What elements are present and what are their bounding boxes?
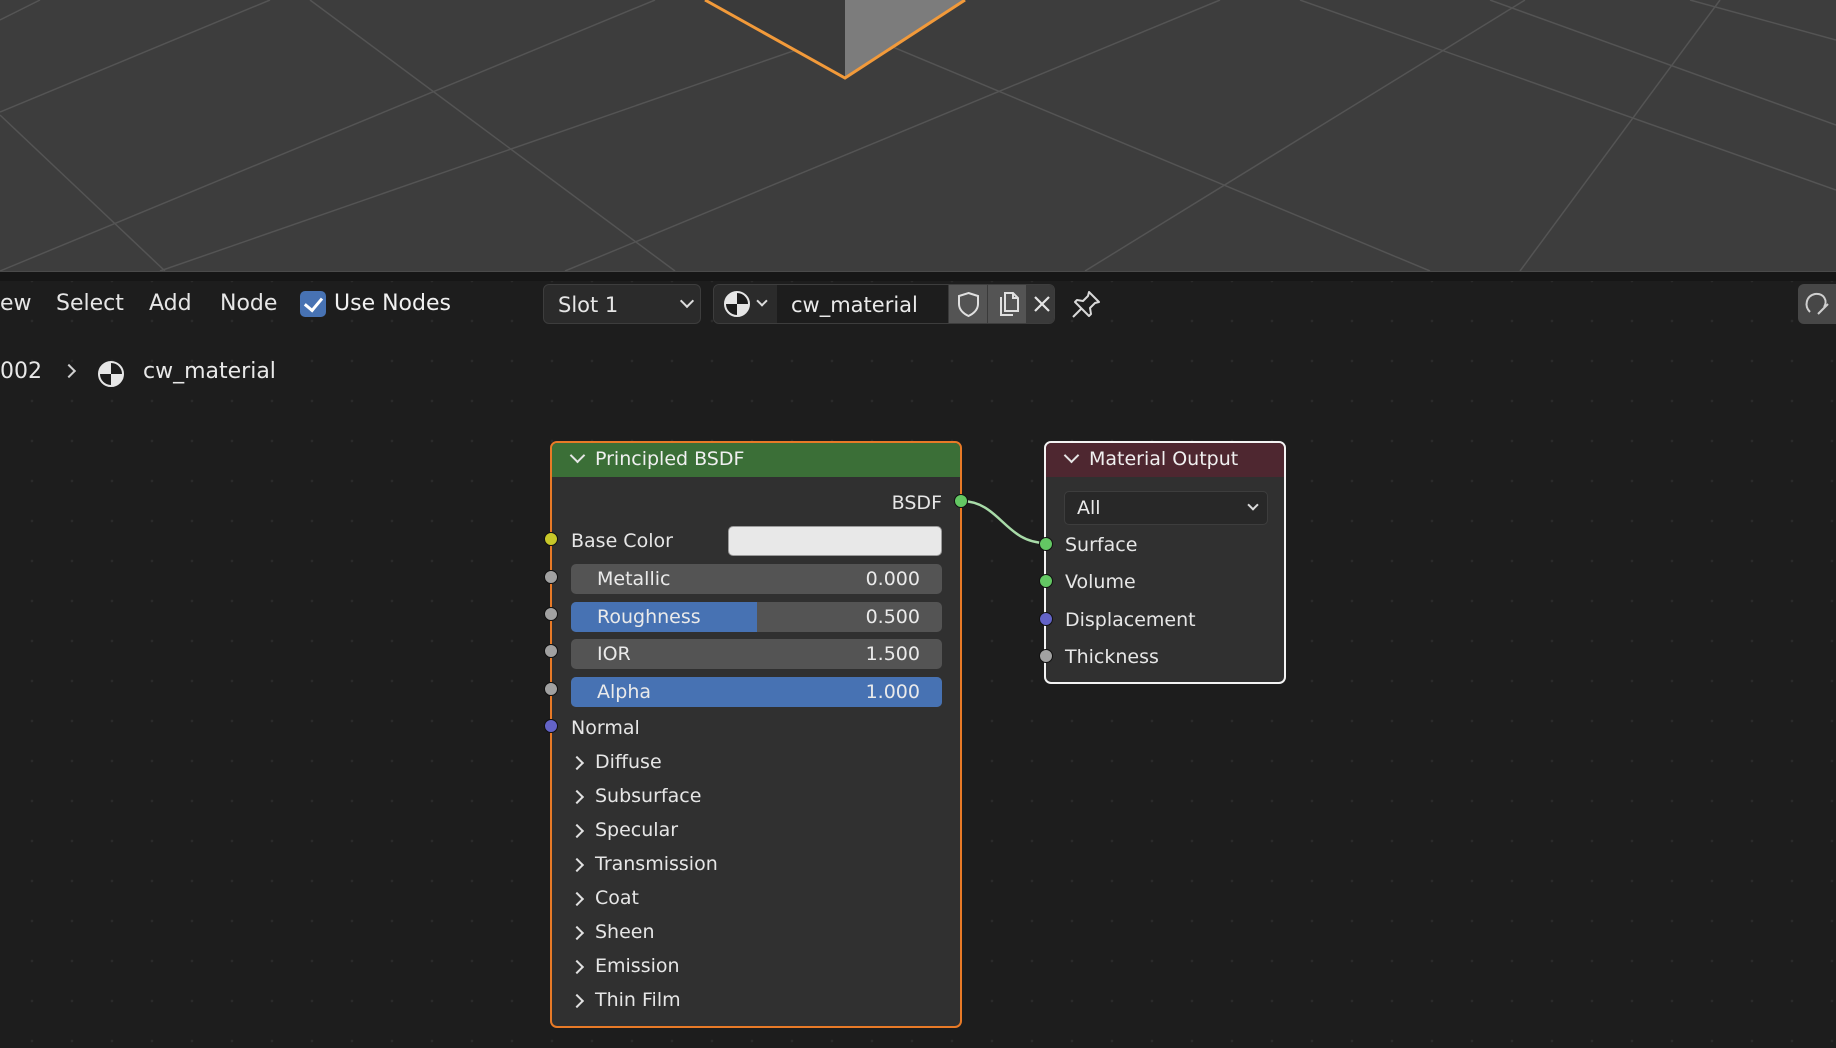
chevron-right-icon	[569, 891, 585, 907]
field-label: IOR	[597, 643, 631, 665]
metallic-socket[interactable]	[544, 570, 558, 584]
material-name-field[interactable]: cw_material	[777, 285, 948, 323]
displacement-input-label: Displacement	[1065, 609, 1196, 631]
thickness-input-label: Thickness	[1065, 646, 1159, 668]
sidebar-toggle-button[interactable]	[1798, 284, 1836, 324]
chevron-down-icon[interactable]	[1063, 447, 1080, 464]
slot-label: Slot 1	[558, 293, 619, 317]
fake-user-button[interactable]	[948, 285, 987, 323]
material-sphere-icon	[98, 361, 124, 387]
thickness-socket[interactable]	[1039, 649, 1053, 663]
field-value: 1.000	[865, 681, 920, 703]
panel-label: Subsurface	[595, 785, 702, 807]
chevron-right-icon	[569, 755, 585, 771]
hook-icon	[1805, 292, 1829, 315]
chevron-right-icon	[569, 925, 585, 941]
normal-socket[interactable]	[544, 719, 558, 733]
base-color-swatch[interactable]	[728, 526, 942, 556]
volume-input-label: Volume	[1065, 571, 1136, 593]
menu-add[interactable]: Add	[149, 291, 192, 316]
chevron-down-icon[interactable]	[569, 447, 586, 464]
close-icon	[1034, 296, 1050, 312]
browse-material-button[interactable]	[714, 285, 777, 323]
material-selector: cw_material	[713, 284, 1055, 324]
ior-field[interactable]: IOR 1.500	[571, 639, 942, 669]
node-title: Material Output	[1089, 448, 1239, 470]
target-label: All	[1077, 497, 1101, 519]
material-name: cw_material	[791, 293, 918, 317]
field-label: Roughness	[597, 606, 701, 628]
chevron-right-icon	[569, 993, 585, 1009]
shield-icon	[958, 291, 979, 318]
panel-label: Coat	[595, 887, 639, 909]
use-nodes-label[interactable]: Use Nodes	[334, 291, 451, 316]
chevron-down-icon	[1247, 499, 1259, 511]
field-label: Metallic	[597, 568, 671, 590]
displacement-socket[interactable]	[1039, 612, 1053, 626]
normal-label: Normal	[571, 717, 640, 739]
roughness-socket[interactable]	[544, 607, 558, 621]
chevron-right-icon	[569, 823, 585, 839]
use-nodes-checkbox[interactable]	[300, 291, 326, 317]
bsdf-output-label: BSDF	[891, 492, 942, 514]
surface-socket[interactable]	[1039, 537, 1053, 551]
material-output-node[interactable]: Material Output All Surface Volume Displ…	[1044, 441, 1286, 684]
chevron-down-icon	[756, 295, 768, 307]
panel-label: Diffuse	[595, 751, 662, 773]
chevron-right-icon	[569, 789, 585, 805]
menu-select[interactable]: Select	[56, 291, 124, 316]
metallic-field[interactable]: Metallic 0.000	[571, 564, 942, 594]
volume-socket[interactable]	[1039, 574, 1053, 588]
panel-label: Emission	[595, 955, 680, 977]
ior-socket[interactable]	[544, 644, 558, 658]
node-title: Principled BSDF	[595, 448, 745, 470]
unlink-material-button[interactable]	[1026, 285, 1054, 323]
duplicate-material-button[interactable]	[987, 285, 1026, 323]
panel-label: Transmission	[595, 853, 718, 875]
field-value: 1.500	[865, 643, 920, 665]
menu-node[interactable]: Node	[220, 291, 277, 316]
material-sphere-icon	[724, 291, 750, 317]
chevron-down-icon	[679, 293, 695, 309]
chevron-right-icon	[569, 857, 585, 873]
slot-dropdown[interactable]: Slot 1	[543, 284, 701, 324]
bsdf-output-socket[interactable]	[954, 494, 968, 508]
panel-label: Thin Film	[595, 989, 681, 1011]
viewport-grid	[0, 0, 1836, 271]
pin-button[interactable]	[1068, 287, 1104, 321]
base-color-socket[interactable]	[544, 532, 558, 546]
area-divider[interactable]	[0, 271, 1836, 281]
node-header[interactable]: Principled BSDF	[552, 443, 960, 477]
3d-viewport[interactable]	[0, 0, 1836, 271]
breadcrumb-material: cw_material	[143, 359, 276, 384]
chevron-right-icon	[61, 363, 77, 379]
duplicate-icon	[1000, 292, 1019, 316]
field-value: 0.000	[865, 568, 920, 590]
menu-view[interactable]: ew	[0, 291, 32, 316]
node-header[interactable]: Material Output	[1046, 443, 1284, 477]
panel-label: Specular	[595, 819, 679, 841]
roughness-field[interactable]: Roughness 0.500	[571, 602, 942, 632]
base-color-label: Base Color	[571, 530, 673, 552]
editor-header: ew Select Add Node Use Nodes Slot 1 cw_m…	[0, 281, 1836, 327]
alpha-socket[interactable]	[544, 682, 558, 696]
target-dropdown[interactable]: All	[1064, 491, 1268, 525]
pin-icon	[1072, 291, 1100, 318]
principled-bsdf-node[interactable]: Principled BSDF BSDF Base Color Metallic…	[550, 441, 962, 1028]
panel-label: Sheen	[595, 921, 655, 943]
alpha-field[interactable]: Alpha 1.000	[571, 677, 942, 707]
chevron-right-icon	[569, 959, 585, 975]
field-value: 0.500	[865, 606, 920, 628]
breadcrumb-object: 002	[0, 359, 42, 384]
field-label: Alpha	[597, 681, 652, 703]
surface-input-label: Surface	[1065, 534, 1138, 556]
